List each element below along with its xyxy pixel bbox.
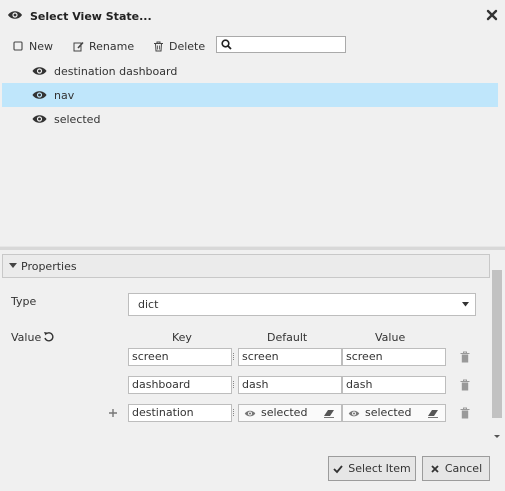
- list-item[interactable]: selected: [2, 107, 498, 131]
- list-item-label: nav: [54, 88, 75, 102]
- default-field[interactable]: screen: [238, 348, 342, 366]
- value-field[interactable]: screen: [342, 348, 446, 366]
- eye-icon: [7, 9, 23, 21]
- type-value: dict: [138, 298, 159, 311]
- value-field[interactable]: selected: [342, 404, 446, 422]
- separator: [233, 381, 237, 388]
- splitter[interactable]: [0, 246, 505, 250]
- reset-icon[interactable]: [43, 331, 54, 342]
- value-field[interactable]: dash: [342, 376, 446, 394]
- column-default: Default: [267, 331, 308, 344]
- check-icon: [333, 464, 343, 474]
- column-value: Value: [375, 331, 406, 344]
- search-icon: [221, 39, 232, 50]
- type-select[interactable]: dict: [128, 293, 476, 316]
- search-box[interactable]: [216, 36, 346, 53]
- list-item[interactable]: destination dashboard: [2, 59, 498, 83]
- new-icon: [13, 40, 24, 52]
- list-item-label: selected: [54, 112, 101, 126]
- eye-icon: [31, 65, 48, 77]
- list-item[interactable]: nav: [2, 83, 498, 107]
- default-field-text: selected: [261, 406, 308, 419]
- properties-header[interactable]: Properties: [2, 254, 490, 278]
- search-input[interactable]: [237, 37, 341, 52]
- select-item-label: Select Item: [348, 462, 411, 475]
- separator: [233, 409, 237, 416]
- key-field[interactable]: screen: [128, 348, 232, 366]
- chevron-down-icon: [462, 302, 469, 307]
- close-icon[interactable]: [486, 9, 498, 21]
- rename-button[interactable]: Rename: [73, 38, 134, 54]
- add-row-icon[interactable]: [108, 408, 118, 418]
- trash-icon: [153, 41, 164, 52]
- cancel-button[interactable]: Cancel: [422, 456, 490, 481]
- value-field-text: selected: [365, 406, 412, 419]
- eye-icon: [31, 89, 48, 101]
- dialog-title: Select View State...: [30, 10, 152, 23]
- rename-label: Rename: [89, 39, 135, 53]
- collapse-icon: [9, 263, 17, 269]
- column-key: Key: [172, 331, 192, 344]
- key-field[interactable]: destination: [128, 404, 232, 422]
- eye-icon: [31, 113, 48, 125]
- properties-title: Properties: [21, 259, 77, 273]
- delete-row-icon[interactable]: [460, 379, 470, 391]
- select-item-button[interactable]: Select Item: [328, 456, 416, 481]
- list-item-label: destination dashboard: [54, 64, 178, 78]
- new-button[interactable]: New: [13, 38, 53, 54]
- eye-icon: [348, 409, 360, 418]
- eraser-icon[interactable]: [323, 408, 335, 418]
- delete-label: Delete: [169, 39, 206, 53]
- delete-row-icon[interactable]: [460, 351, 470, 363]
- type-label: Type: [11, 295, 37, 308]
- delete-row-icon[interactable]: [460, 407, 470, 419]
- default-field[interactable]: dash: [238, 376, 342, 394]
- key-field[interactable]: dashboard: [128, 376, 232, 394]
- eye-icon: [244, 409, 256, 418]
- value-label: Value: [11, 331, 42, 344]
- close-icon: [430, 464, 440, 474]
- default-field[interactable]: selected: [238, 404, 342, 422]
- eraser-icon[interactable]: [427, 408, 439, 418]
- delete-button[interactable]: Delete: [153, 38, 205, 54]
- separator: [233, 353, 237, 360]
- edit-icon: [73, 41, 84, 52]
- scrollbar-thumb[interactable]: [492, 270, 502, 418]
- new-label: New: [29, 39, 53, 53]
- cancel-label: Cancel: [444, 462, 483, 475]
